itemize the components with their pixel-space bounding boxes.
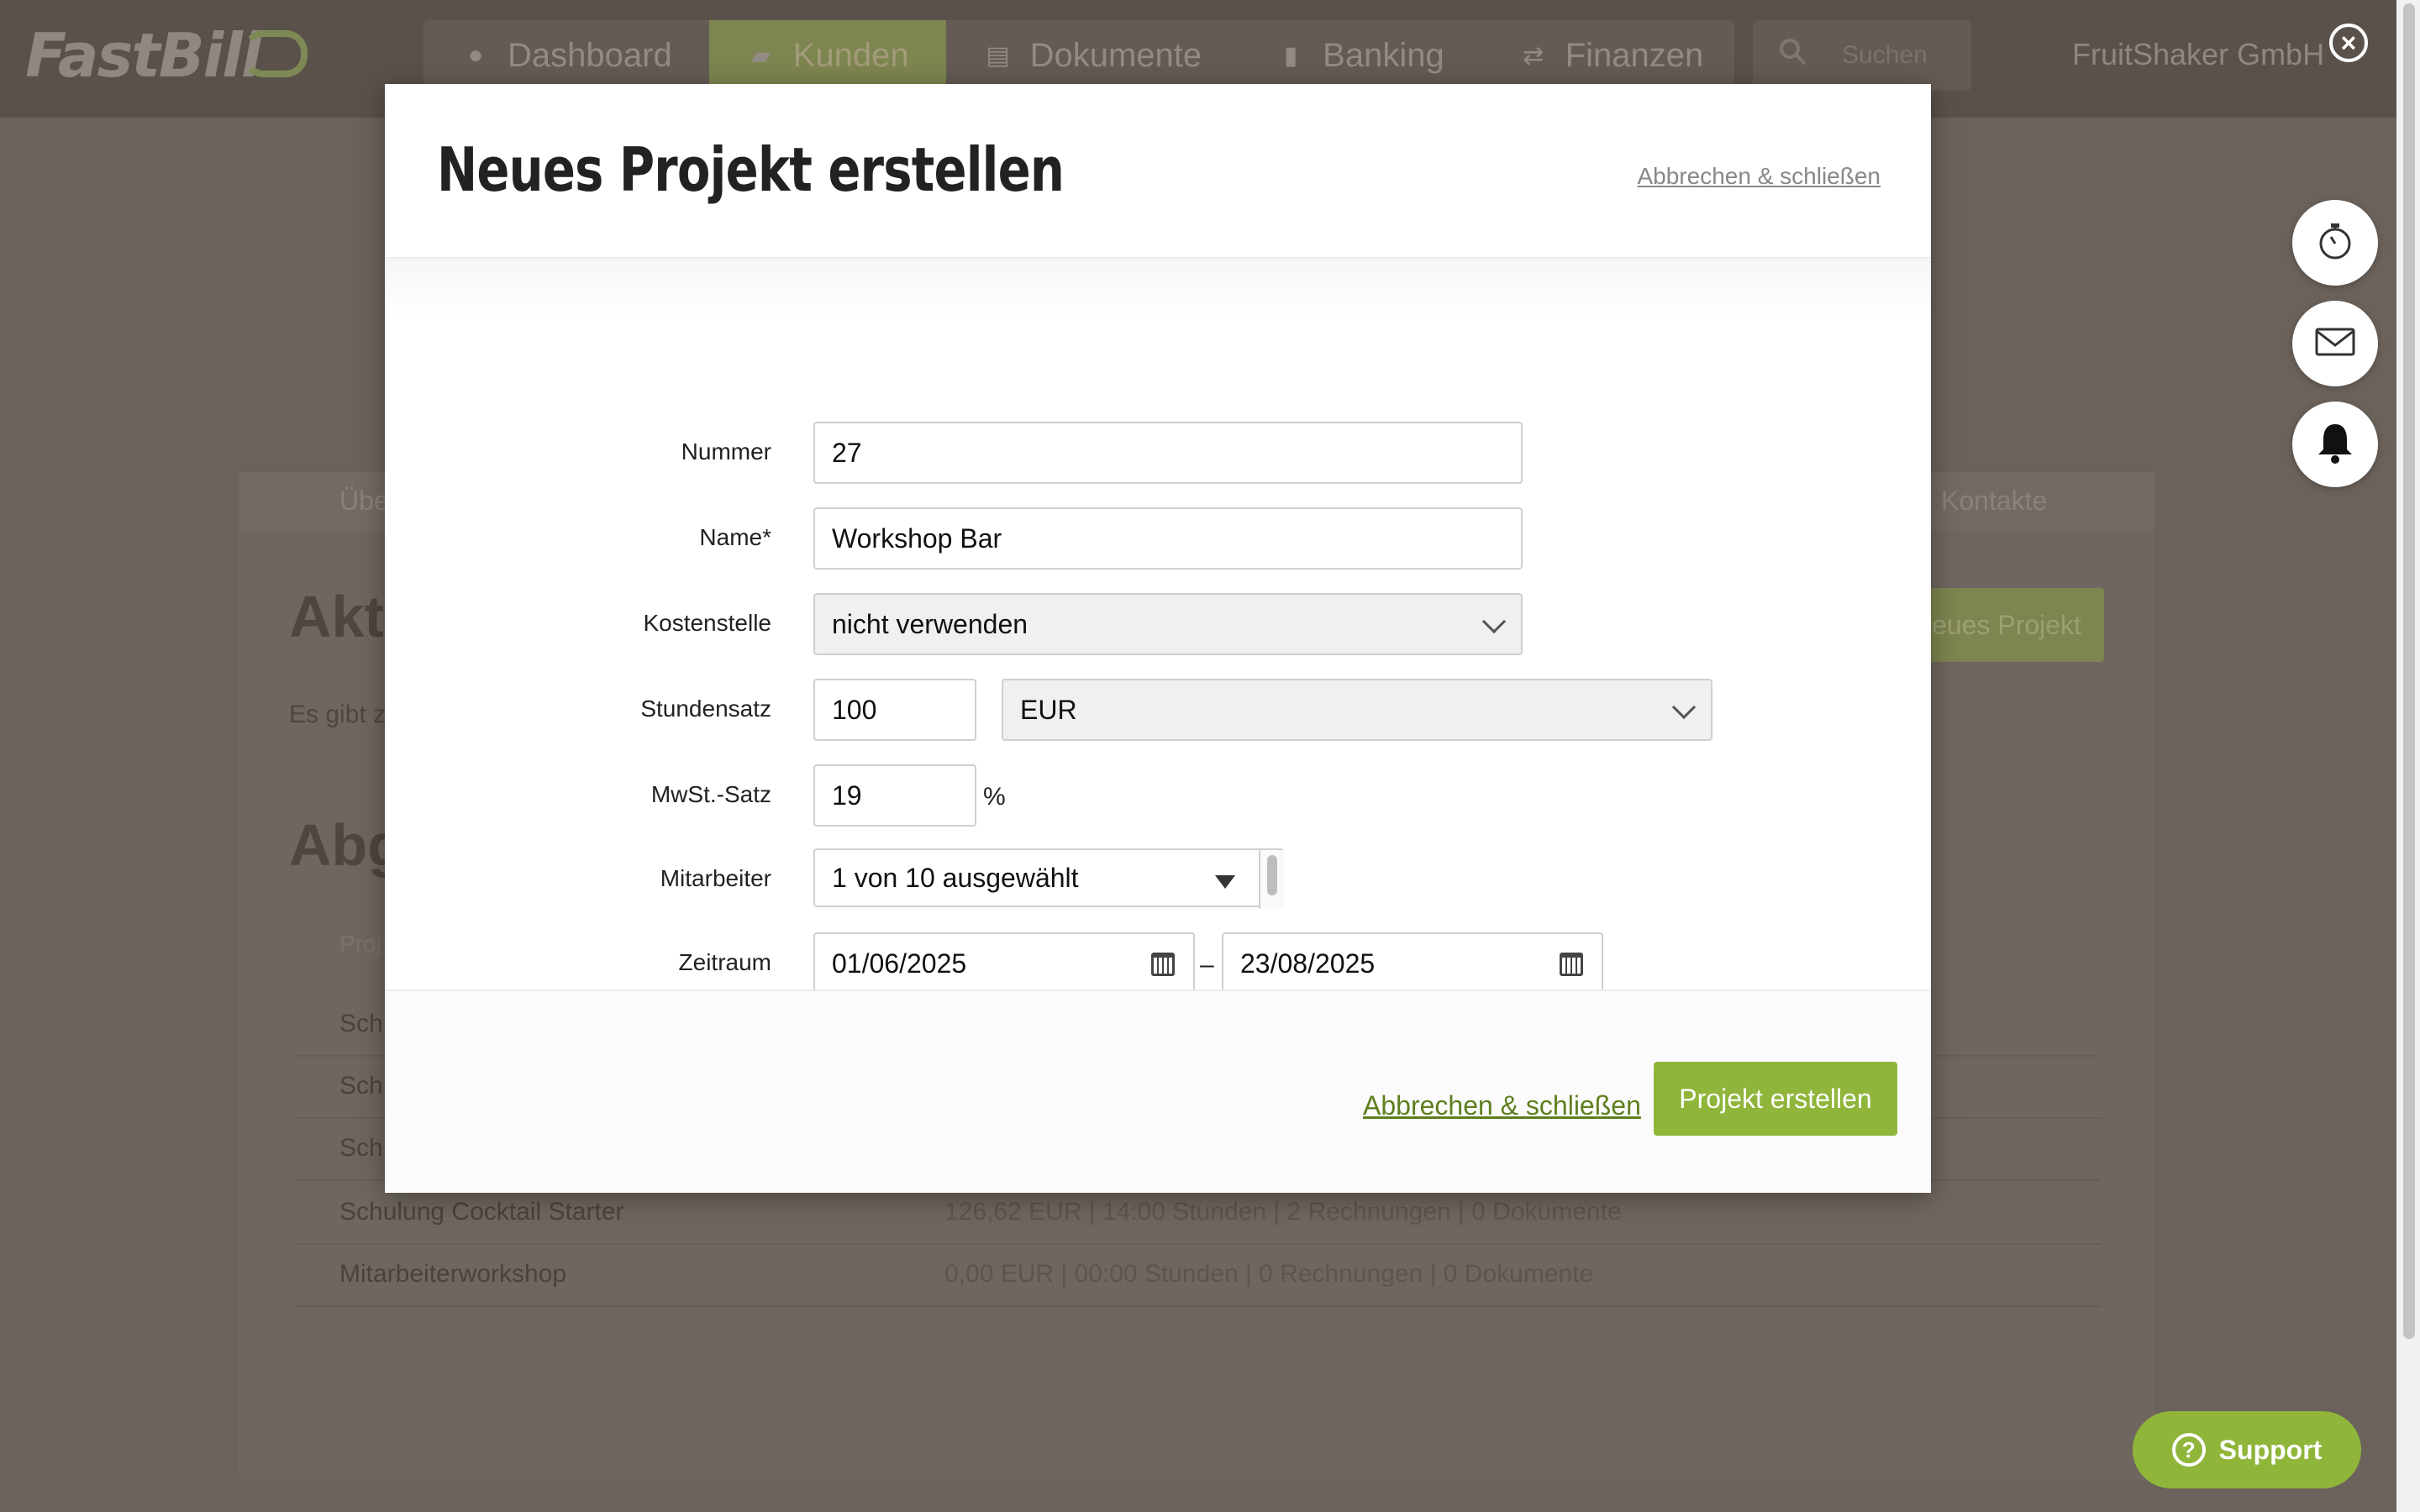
nav-item-finanzen[interactable]: ⇄ Finanzen [1481,20,1741,91]
current-projects-text: Es gibt z [289,701,387,728]
support-button[interactable]: ? Support [2133,1411,2361,1488]
chevron-down-icon [1671,695,1697,720]
mail-icon [2314,325,2356,363]
project-summary: 0,00 EUR | 00:00 Stunden | 0 Rechnungen … [944,1260,1594,1288]
project-column-header: Proj [339,931,381,957]
number-input[interactable]: 27 [813,422,1523,484]
vat-label: MwSt.-Satz [650,781,771,807]
dropdown-arrow-icon [1215,875,1235,889]
project-name: Sch [339,1072,383,1100]
stopwatch-icon [2314,220,2356,266]
vat-value: 19 [832,780,862,811]
percent-unit: % [983,783,1006,811]
bar-chart-icon: ▮ [1283,41,1298,70]
briefcase-icon: ▰ [751,41,771,70]
page-scrollbar[interactable] [2396,0,2420,1512]
project-name: Sch [339,1010,383,1037]
fastbill-logo[interactable]: FastBill [25,20,262,91]
table-row[interactable]: Mitarbeiterworkshop 0,00 EUR | 00:00 Stu… [294,1247,2101,1307]
dialog-title: Neues Projekt erstellen [437,134,1065,205]
name-input[interactable]: Workshop Bar [813,507,1523,570]
period-start-value: 01/06/2025 [832,948,967,979]
nav-label: Dashboard [508,36,672,74]
new-project-dialog: Neues Projekt erstellen Abbrechen & schl… [385,84,1931,1193]
employees-label: Mitarbeiter [660,865,771,891]
tab-overview[interactable]: Übe [339,486,389,517]
header-cancel-link[interactable]: Abbrechen & schließen [1637,163,1881,190]
hourly-rate-row: Stundensatz 100 EUR [385,679,1931,741]
logo-mark-icon [242,30,308,77]
cost-center-row: Kostenstelle nicht verwenden [385,593,1931,655]
name-label: Name* [699,524,771,550]
company-name[interactable]: FruitShaker GmbH [2072,37,2324,72]
project-summary: 126,62 EUR | 14:00 Stunden | 2 Rechnunge… [944,1198,1622,1226]
vat-input[interactable]: 19 [813,764,976,827]
period-label: Zeitraum [678,949,771,975]
calendar-icon[interactable] [1560,953,1583,976]
currency-select[interactable]: EUR [1002,679,1712,741]
chevron-down-icon [1481,609,1507,634]
period-start-input[interactable]: 01/06/2025 [813,932,1195,995]
new-project-button[interactable]: eues Projekt [1909,588,2104,662]
number-label: Nummer [681,438,771,465]
nav-label: Kunden [792,36,909,74]
nav-label: Dokumente [1029,36,1202,74]
period-end-value: 23/08/2025 [1240,948,1376,979]
help-icon: ? [2171,1433,2206,1467]
calendar-icon[interactable] [1151,953,1175,976]
project-name: Sch [339,1134,383,1162]
search-icon [1778,37,1808,74]
name-value: Workshop Bar [832,522,1002,554]
currency-value: EUR [1020,694,1077,725]
hourly-rate-input[interactable]: 100 [813,679,976,741]
employees-row: Mitarbeiter 1 von 10 ausgewählt [385,848,1931,911]
bell-icon [2315,421,2355,469]
search-placeholder: Suchen [1842,41,1928,69]
employees-select[interactable]: 1 von 10 ausgewählt [813,848,1284,909]
dialog-body: Nummer 27 Name* Workshop Bar Kostenstell… [385,259,1931,995]
scrollbar-thumb[interactable] [2403,3,2415,1339]
cost-center-select[interactable]: nicht verwenden [813,593,1523,655]
document-icon: ▤ [986,41,1010,70]
support-label: Support [2218,1434,2323,1465]
notifications-button[interactable] [2292,402,2378,487]
table-row[interactable]: Schulung Cocktail Starter 126,62 EUR | 1… [294,1184,2101,1245]
nav-item-dashboard[interactable]: ● Dashboard [424,20,709,91]
dialog-footer: Abbrechen & schließen Projekt erstellen [385,990,1931,1193]
messages-button[interactable] [2292,301,2378,386]
search-box[interactable]: Suchen [1753,20,1971,91]
vat-row: MwSt.-Satz 19 % [385,764,1931,827]
cost-center-label: Kostenstelle [643,610,771,636]
timer-button[interactable] [2292,200,2378,286]
hourly-rate-value: 100 [832,694,877,725]
nav-item-kunden[interactable]: ▰ Kunden [708,20,946,91]
tab-contacts[interactable]: Kontakte [1941,486,2047,517]
nav-label: Banking [1323,36,1444,74]
period-separator: – [1200,951,1214,979]
nav-label: Finanzen [1565,36,1704,74]
hourly-rate-label: Stundensatz [640,696,771,722]
cancel-and-close-link[interactable]: Abbrechen & schließen [1363,1090,1641,1121]
project-name: Mitarbeiterworkshop [339,1260,567,1288]
employees-value: 1 von 10 ausgewählt [832,862,1079,893]
project-name: Schulung Cocktail Starter [339,1198,624,1226]
period-end-input[interactable]: 23/08/2025 [1222,932,1603,995]
close-icon[interactable]: × [2329,24,2368,62]
select-scrollbar[interactable] [1259,850,1284,909]
nav-item-banking[interactable]: ▮ Banking [1239,20,1481,91]
info-circle-icon: ● [467,41,484,69]
create-project-button[interactable]: Projekt erstellen [1654,1062,1897,1136]
dialog-header: Neues Projekt erstellen Abbrechen & schl… [385,84,1931,259]
transfer-arrows-icon: ⇄ [1523,41,1544,70]
number-row: Nummer 27 [385,422,1931,484]
number-value: 27 [832,437,862,468]
cost-center-value: nicht verwenden [832,608,1028,639]
period-row: Zeitraum 01/06/2025 – 23/08/2025 [385,932,1931,995]
main-nav: ● Dashboard ▰ Kunden ▤ Dokumente ▮ Banki… [424,20,1734,91]
name-row: Name* Workshop Bar [385,507,1931,570]
nav-item-dokumente[interactable]: ▤ Dokumente [946,20,1239,91]
